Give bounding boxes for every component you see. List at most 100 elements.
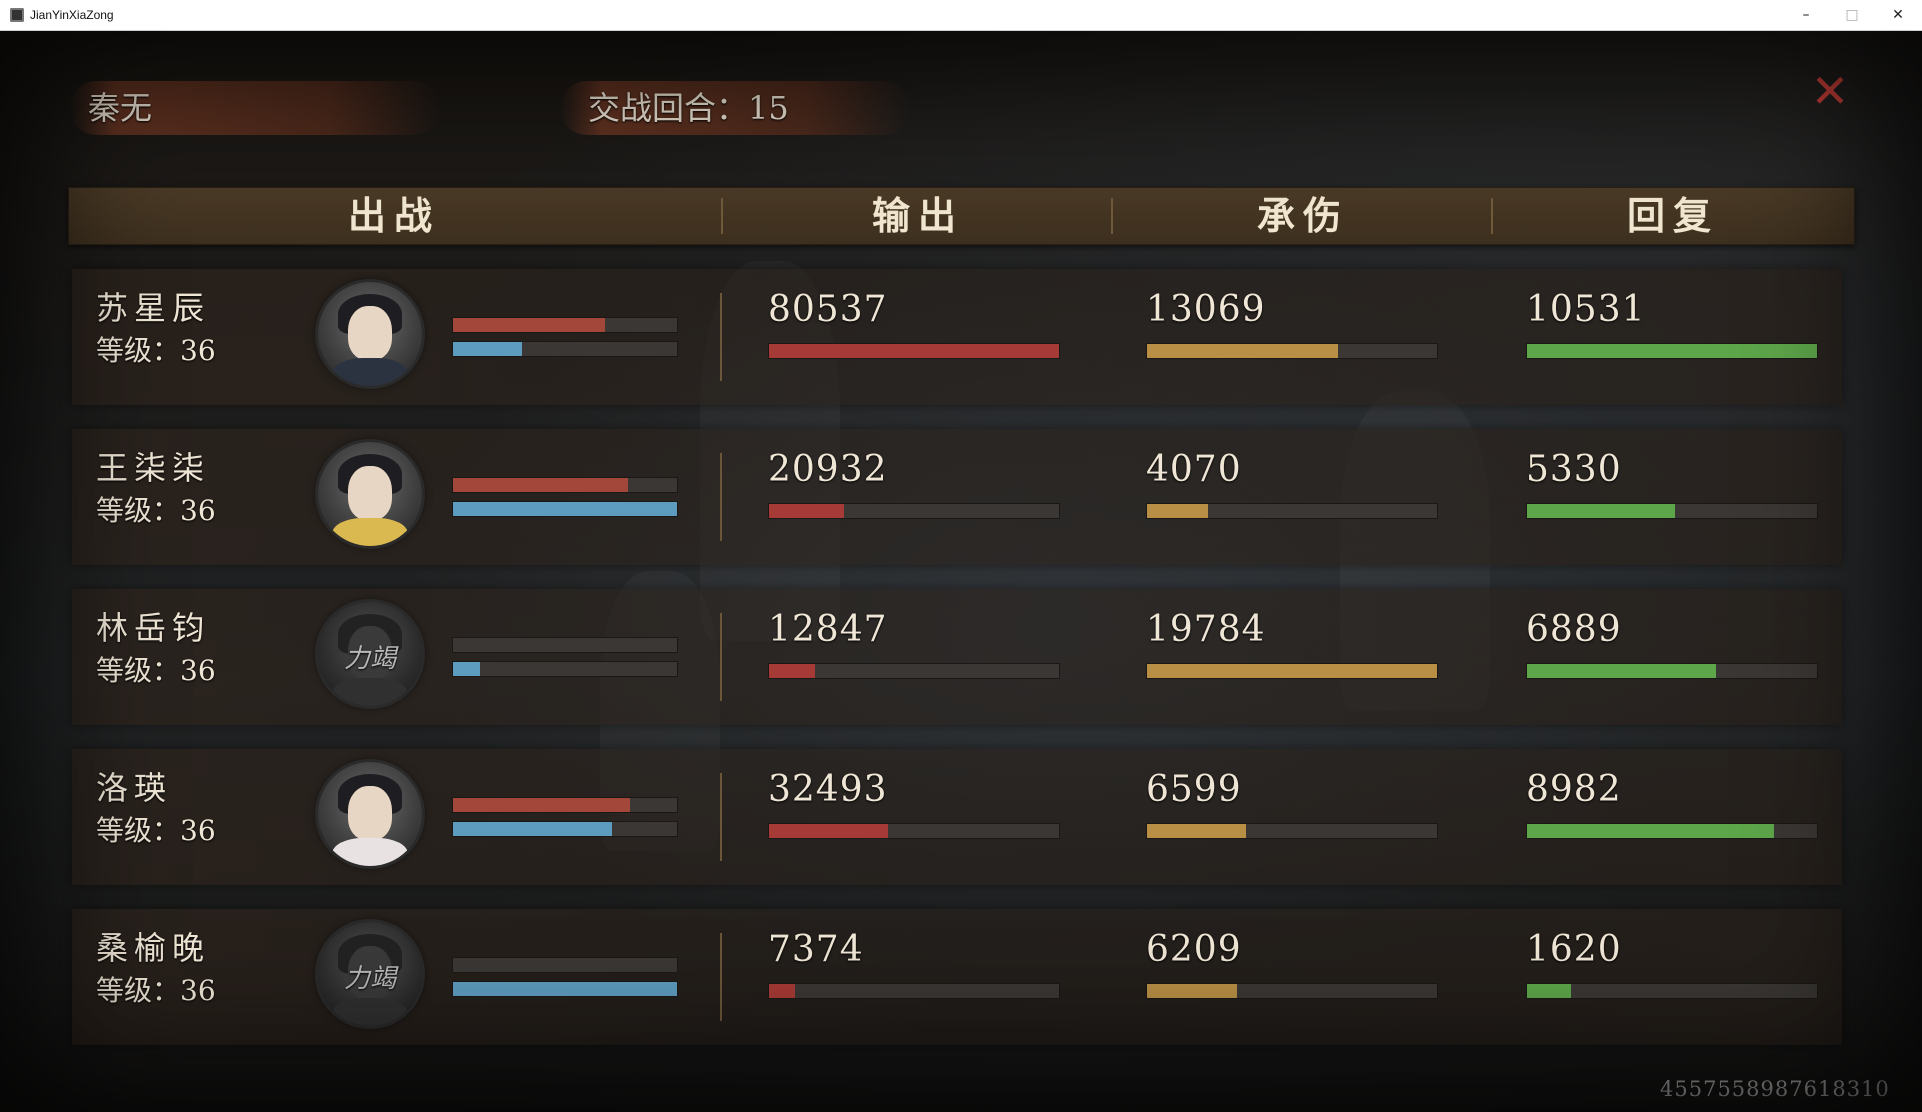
- hp-bar: [452, 637, 678, 653]
- member-status: 力竭: [343, 964, 396, 994]
- member-level: 等级：36: [96, 654, 216, 687]
- member-row[interactable]: 王柒柒 等级：36 20932 4070 5330: [72, 429, 1842, 565]
- healing-bar: [1526, 663, 1818, 679]
- healing-value: 8982: [1526, 769, 1622, 810]
- portrait-icon: [318, 762, 422, 866]
- member-row[interactable]: 林岳钧 等级：36 力竭 12847 19784 6889: [72, 589, 1842, 725]
- mp-bar-fill: [453, 342, 523, 356]
- portrait-icon: 力竭: [318, 922, 422, 1026]
- output-bar-fill: [769, 664, 816, 678]
- damage-taken-value: 19784: [1146, 609, 1266, 650]
- damage-taken-bar-fill: [1147, 344, 1339, 358]
- healing-bar-fill: [1527, 504, 1675, 518]
- mp-bar-fill: [453, 662, 480, 676]
- mp-bar: [452, 341, 678, 357]
- healing-bar: [1526, 503, 1818, 519]
- portrait-face: [348, 786, 392, 840]
- col-healing: 回复: [1626, 193, 1719, 238]
- portrait-robe: [332, 358, 408, 386]
- output-value: 12847: [768, 609, 888, 650]
- output-bar-fill: [769, 504, 845, 518]
- hp-bar-fill: [453, 318, 606, 332]
- member-row[interactable]: 桑榆晚 等级：36 力竭 7374 6209 1620: [72, 909, 1842, 1045]
- app-icon: [10, 8, 24, 22]
- member-level: 等级：36: [96, 814, 216, 847]
- window-close-button[interactable]: ✕: [1875, 0, 1921, 30]
- battle-stats-screen: 秦无 交战回合：15 ✕ 出战 输出 承伤 回复 苏星辰 等级：36 80537…: [0, 31, 1922, 1112]
- col-deploy: 出战: [347, 193, 440, 238]
- member-level: 等级：36: [96, 334, 216, 367]
- member-status: 力竭: [343, 644, 396, 674]
- window-title: JianYinXiaZong: [30, 8, 114, 22]
- portrait-icon: [318, 442, 422, 546]
- healing-bar-fill: [1527, 344, 1817, 358]
- col-output: 输出: [871, 193, 964, 238]
- output-bar: [768, 503, 1060, 519]
- output-bar: [768, 663, 1060, 679]
- output-value: 20932: [768, 449, 888, 490]
- damage-taken-bar: [1146, 983, 1438, 999]
- portrait-face: [348, 306, 392, 360]
- healing-bar-fill: [1527, 824, 1774, 838]
- row-divider: [720, 933, 722, 1021]
- damage-taken-value: 6599: [1146, 769, 1242, 810]
- damage-taken-value: 6209: [1146, 929, 1242, 970]
- member-row[interactable]: 洛瑛 等级：36 32493 6599 8982: [72, 749, 1842, 885]
- healing-value: 5330: [1526, 449, 1622, 490]
- battle-rounds: 交战回合：15: [588, 89, 789, 127]
- portrait-robe: [332, 838, 408, 866]
- damage-taken-bar-fill: [1147, 824, 1246, 838]
- portrait-face: [348, 466, 392, 520]
- damage-taken-bar: [1146, 343, 1438, 359]
- portrait-icon: [318, 282, 422, 386]
- portrait-icon: 力竭: [318, 602, 422, 706]
- member-row[interactable]: 苏星辰 等级：36 80537 13069 10531: [72, 269, 1842, 405]
- damage-taken-bar: [1146, 663, 1438, 679]
- output-value: 32493: [768, 769, 888, 810]
- output-value: 7374: [768, 929, 864, 970]
- healing-value: 6889: [1526, 609, 1622, 650]
- damage-taken-bar: [1146, 823, 1438, 839]
- close-panel-button[interactable]: ✕: [1808, 68, 1852, 114]
- mp-bar-fill: [453, 502, 677, 516]
- hp-bar-fill: [453, 798, 630, 812]
- mp-bar-fill: [453, 822, 613, 836]
- stats-table-header: 出战 输出 承伤 回复: [68, 187, 1855, 245]
- member-level: 等级：36: [96, 974, 216, 1007]
- row-divider: [720, 453, 722, 541]
- output-bar: [768, 983, 1060, 999]
- maximize-button[interactable]: □: [1829, 0, 1875, 30]
- mp-bar: [452, 821, 678, 837]
- output-bar: [768, 823, 1060, 839]
- output-bar-fill: [769, 984, 796, 998]
- damage-taken-bar-fill: [1147, 664, 1437, 678]
- hp-bar: [452, 477, 678, 493]
- mp-bar: [452, 501, 678, 517]
- row-divider: [720, 773, 722, 861]
- player-name: 秦无: [88, 89, 153, 127]
- hp-bar: [452, 797, 678, 813]
- window-titlebar: JianYinXiaZong – □ ✕: [0, 0, 1922, 31]
- mp-bar-fill: [453, 982, 677, 996]
- member-name: 林岳钧: [96, 609, 211, 647]
- damage-taken-bar: [1146, 503, 1438, 519]
- hp-bar: [452, 957, 678, 973]
- mp-bar: [452, 661, 678, 677]
- output-value: 80537: [768, 289, 888, 330]
- healing-value: 10531: [1526, 289, 1646, 330]
- damage-taken-value: 13069: [1146, 289, 1266, 330]
- row-divider: [720, 293, 722, 381]
- member-name: 苏星辰: [96, 289, 211, 327]
- portrait-robe: [332, 998, 408, 1026]
- healing-bar: [1526, 983, 1818, 999]
- minimize-button[interactable]: –: [1783, 0, 1829, 30]
- member-name: 洛瑛: [96, 769, 173, 807]
- healing-bar: [1526, 343, 1818, 359]
- col-damage-taken: 承伤: [1256, 193, 1349, 238]
- output-bar-fill: [769, 344, 1059, 358]
- row-divider: [720, 613, 722, 701]
- output-bar-fill: [769, 824, 888, 838]
- mp-bar: [452, 981, 678, 997]
- hp-bar-fill: [453, 478, 628, 492]
- damage-taken-bar-fill: [1147, 504, 1208, 518]
